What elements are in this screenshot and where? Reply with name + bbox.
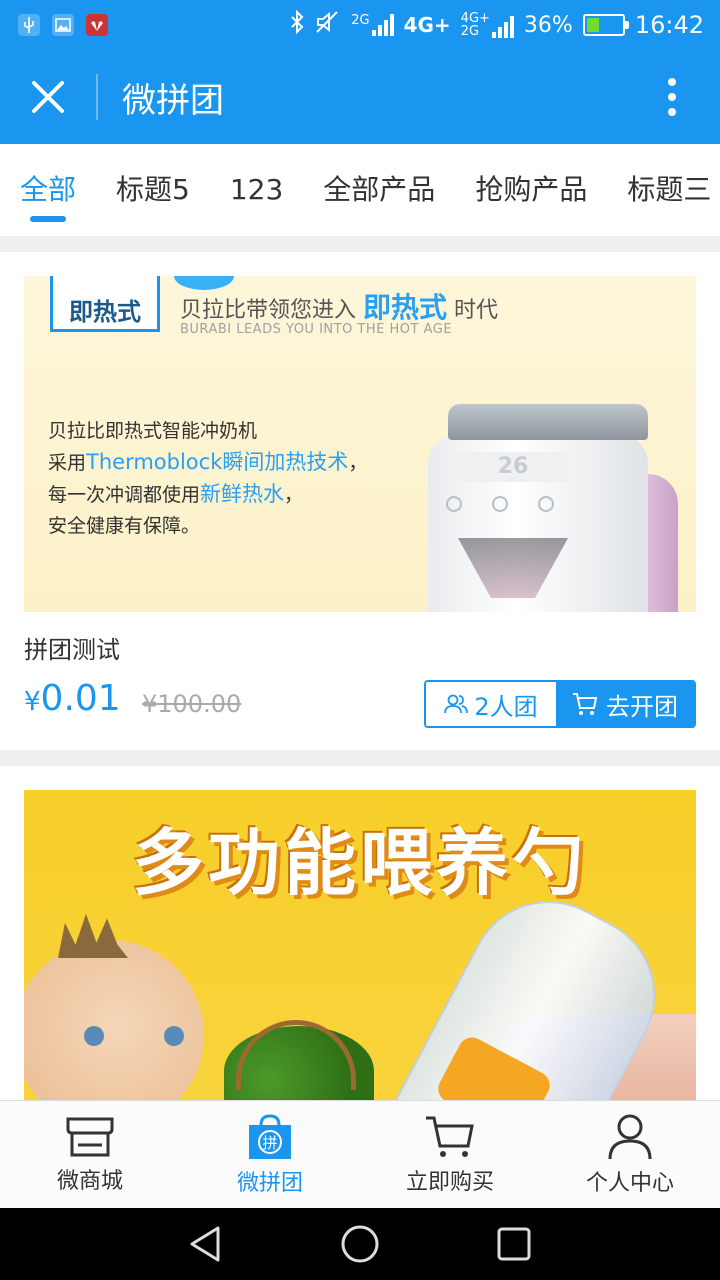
banner-subline: BURABI LEADS YOU INTO THE HOT AGE <box>180 322 453 337</box>
usb-icon <box>18 14 40 36</box>
group-buy-bag-icon: 拼 <box>249 1113 291 1159</box>
baby-eye <box>164 1026 184 1046</box>
baby-eye <box>84 1026 104 1046</box>
bottom-navigation: 微商城 拼 微拼团 立即购买 个人中心 <box>0 1100 720 1208</box>
huawei-app-icon <box>86 14 108 36</box>
formula-machine-image: 26 <box>428 404 678 612</box>
more-options-button[interactable] <box>624 50 720 144</box>
banner-headline: 多功能喂养勺 <box>131 821 588 905</box>
user-icon <box>608 1114 652 1159</box>
baby-image <box>24 940 204 1100</box>
tab-all[interactable]: 全部 <box>0 144 96 236</box>
status-bar: 2G 4G+ 4G+ 2G 36% 16:42 <box>0 0 720 50</box>
nav-item-profile[interactable]: 个人中心 <box>540 1101 720 1208</box>
product-title[interactable]: 拼团测试 <box>24 630 120 665</box>
bluetooth-icon <box>289 9 305 40</box>
cart-icon <box>573 693 598 715</box>
product-card[interactable]: 多功能喂养勺 <box>0 766 720 1100</box>
home-circle-icon[interactable] <box>340 1224 380 1264</box>
store-icon <box>66 1117 114 1156</box>
banner-badge: 即热式 <box>50 276 160 332</box>
users-icon <box>444 694 469 714</box>
image-icon <box>52 14 74 36</box>
group-size-button[interactable]: 2人团 <box>426 682 556 726</box>
baby-hair-decoration <box>58 914 128 958</box>
product-banner[interactable]: 多功能喂养勺 <box>24 790 696 1100</box>
group-price: ¥0.01 <box>24 678 121 719</box>
open-group-button[interactable]: 去开团 <box>556 682 694 726</box>
nav-item-buy-now[interactable]: 立即购买 <box>360 1101 540 1208</box>
clock: 16:42 <box>634 11 704 39</box>
network-type-label: 2G <box>460 24 480 39</box>
network-type-label: 2G <box>351 13 370 28</box>
mute-icon <box>315 10 341 40</box>
tab-title3[interactable]: 标题三 <box>607 144 720 236</box>
svg-text:拼: 拼 <box>262 1134 277 1152</box>
nav-item-store[interactable]: 微商城 <box>0 1101 180 1208</box>
cart-icon <box>426 1116 474 1157</box>
signal-4g-primary: 4G+ <box>404 13 451 37</box>
signal-2g: 2G <box>351 13 394 36</box>
back-triangle-icon[interactable] <box>188 1225 224 1263</box>
close-button[interactable] <box>0 50 96 144</box>
nav-item-group-buy[interactable]: 拼 微拼团 <box>180 1101 360 1208</box>
battery-icon <box>582 14 629 36</box>
system-indicators: 2G 4G+ 4G+ 2G 36% 16:42 <box>289 9 720 40</box>
product-banner[interactable]: 即热式 贝拉比带领您进入 即热式 时代 BURABI LEADS YOU INT… <box>24 276 696 612</box>
tab-123[interactable]: 123 <box>210 144 303 236</box>
signal-4g-secondary: 4G+ 2G <box>461 12 514 38</box>
product-card[interactable]: 即热式 贝拉比带领您进入 即热式 时代 BURABI LEADS YOU INT… <box>0 252 720 750</box>
battery-percent: 36% <box>523 12 573 38</box>
close-icon <box>32 81 64 113</box>
title-bar: 微拼团 <box>0 50 720 144</box>
banner-description: 贝拉比即热式智能冲奶机 采用Thermoblock瞬间加热技术， 每一次冲调都使… <box>48 420 368 537</box>
banner-headline: 贝拉比带领您进入 即热式 时代 <box>180 291 499 324</box>
group-actions: 2人团 去开团 <box>424 680 696 728</box>
network-type-label: 4G+ <box>403 13 451 37</box>
basket-handle <box>236 1020 356 1090</box>
more-vertical-icon <box>668 78 676 116</box>
tab-title5[interactable]: 标题5 <box>96 144 210 236</box>
notification-icons <box>0 14 108 36</box>
system-navigation-bar <box>0 1208 720 1280</box>
category-tabs: 全部 标题5 123 全部产品 抢购产品 标题三 <box>0 144 720 236</box>
page-title: 微拼团 <box>122 80 224 121</box>
tab-all-products[interactable]: 全部产品 <box>303 144 455 236</box>
recents-square-icon[interactable] <box>496 1226 532 1262</box>
tab-flash-sale[interactable]: 抢购产品 <box>455 144 607 236</box>
original-price: ¥100.00 <box>142 690 242 718</box>
